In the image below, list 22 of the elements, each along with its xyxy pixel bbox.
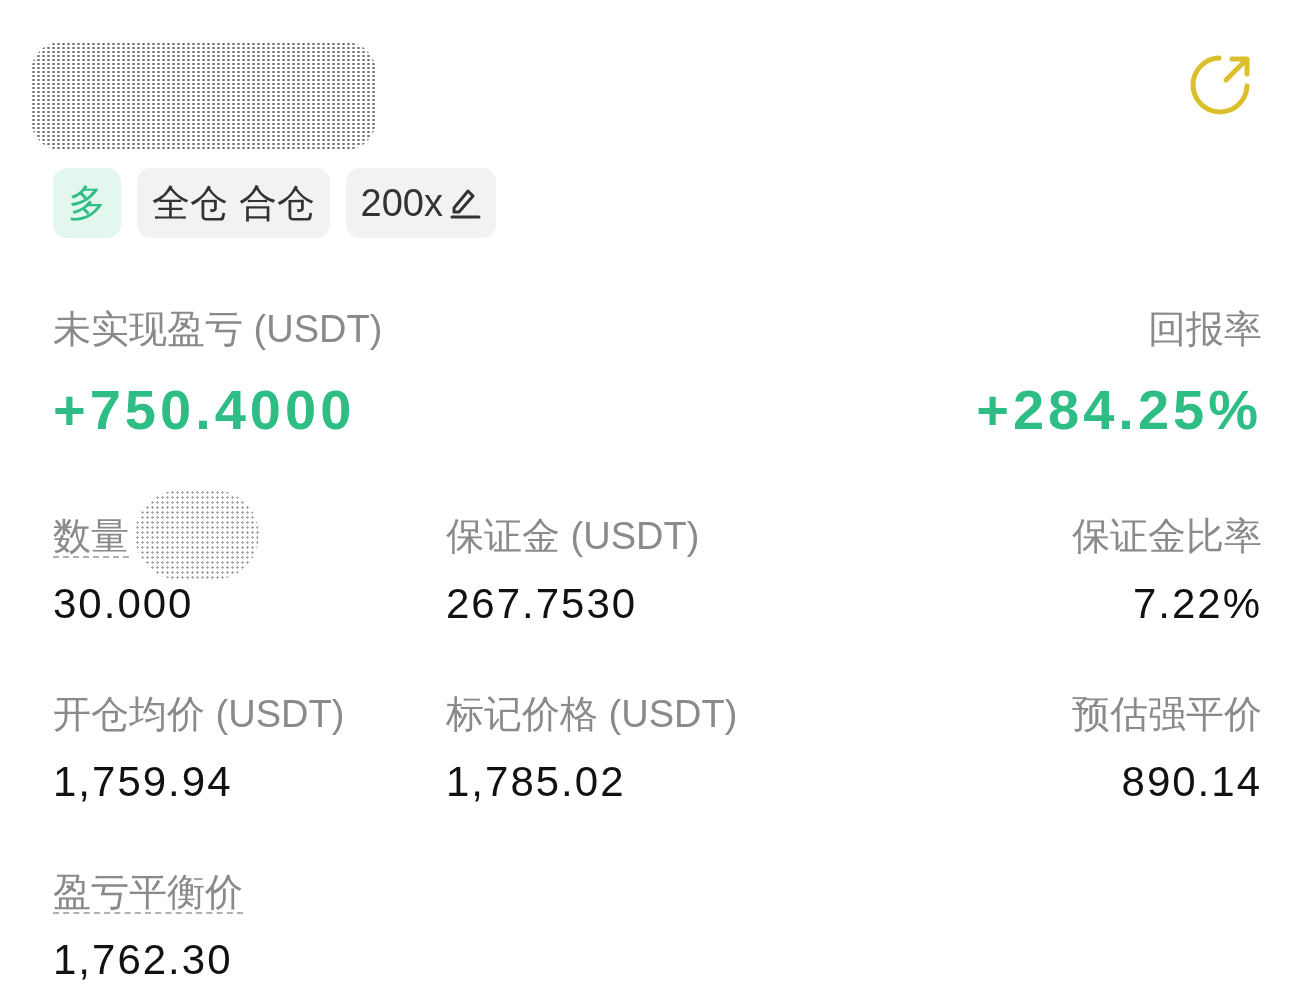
field-value: 1,762.30 (53, 936, 233, 984)
field-label: 保证金比率 (1072, 516, 1262, 558)
field-label: 预估强平价 (1072, 694, 1262, 736)
field-value: 7.22% (1132, 580, 1262, 628)
field-value: 1,759.94 (53, 758, 233, 806)
field-label: 开仓均价 (USDT) (53, 694, 345, 736)
field-value: 30.000 (53, 580, 194, 628)
field-label[interactable]: 盈亏平衡价 (53, 872, 243, 914)
leverage-button[interactable]: 200x (345, 168, 496, 238)
summary-value: +750.4000 (53, 380, 356, 440)
side-tag: 多 (53, 168, 121, 238)
field-label: 保证金 (USDT) (446, 516, 700, 558)
margin-mode-tag: 全仓 合仓 (137, 168, 330, 238)
field-label[interactable]: 数量 (53, 516, 129, 558)
field-value: 1,785.02 (446, 758, 626, 806)
field-label: 标记价格 (USDT) (446, 694, 738, 736)
summary-label: 回报率 (1148, 308, 1262, 350)
field-value: 267.7530 (446, 580, 638, 628)
share-icon[interactable] (1190, 54, 1252, 116)
summary-value: +284.25% (976, 380, 1262, 440)
summary-label: 未实现盈亏 (USDT) (53, 308, 383, 350)
field-value: 890.14 (1121, 758, 1262, 806)
